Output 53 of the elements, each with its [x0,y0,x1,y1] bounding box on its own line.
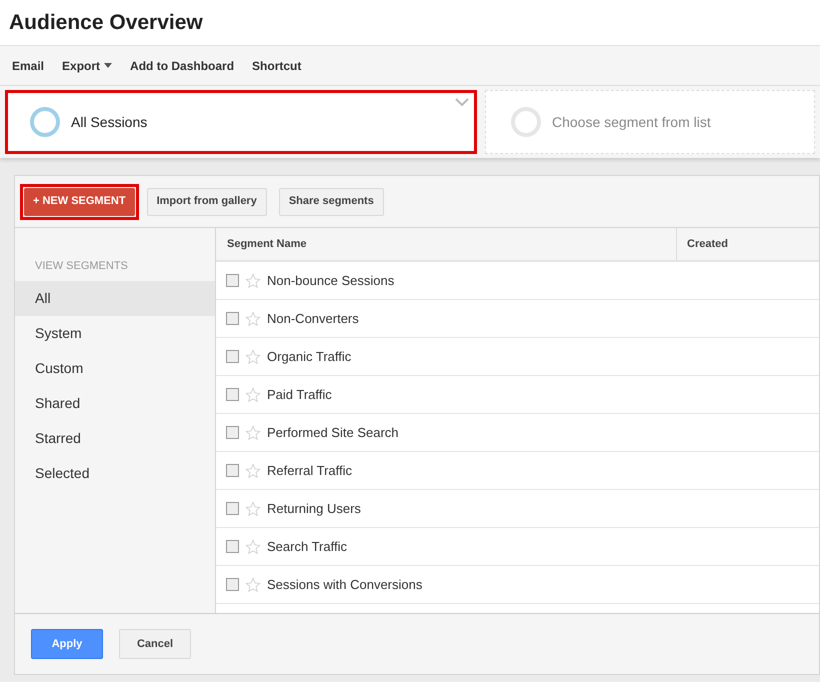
segment-name[interactable]: Non-Converters [267,308,359,328]
star-icon[interactable] [245,386,261,402]
star-icon[interactable] [245,424,261,440]
segment-name[interactable]: Performed Site Search [267,422,399,442]
segment-name[interactable]: Non-bounce Sessions [267,270,394,290]
segment-label: Choose segment from list [552,112,711,132]
sidebar-heading: VIEW SEGMENTS [34,259,129,274]
star-icon[interactable] [245,576,261,592]
segment-label: All Sessions [71,112,148,132]
segment-card[interactable]: Choose segment from list [485,90,815,154]
star-icon[interactable] [245,500,261,516]
checkbox[interactable] [226,464,239,477]
star-icon[interactable] [245,272,261,288]
caret-icon [104,63,112,68]
segment-name[interactable]: Search Traffic [267,536,347,556]
ring-icon [29,106,61,138]
new-segment-button[interactable]: + NEW SEGMENT [24,188,135,216]
segment-name[interactable]: Returning Users [267,498,361,518]
checkbox[interactable] [226,388,239,401]
sidebar-item[interactable]: Starred [15,420,215,456]
export-dropdown[interactable]: Export [62,56,112,74]
sidebar-item[interactable]: Shared [15,386,215,420]
checkbox[interactable] [226,426,239,439]
sidebar-item[interactable]: Custom [15,350,215,386]
page-title: Audience Overview [9,10,203,36]
toolbar-link[interactable]: Email [12,56,44,74]
column-header[interactable]: Created [677,228,819,260]
toolbar-link[interactable]: Shortcut [252,56,302,74]
sidebar-item[interactable]: Selected [15,456,215,490]
sidebar-item[interactable]: All [15,280,215,316]
star-icon[interactable] [245,348,261,364]
checkbox[interactable] [226,350,239,363]
star-icon[interactable] [245,310,261,326]
segment-action-button[interactable]: Import from gallery [146,188,267,216]
checkbox[interactable] [226,578,239,591]
segment-action-button[interactable]: Share segments [278,188,384,216]
toolbar-link[interactable]: Add to Dashboard [130,56,234,74]
checkbox[interactable] [226,312,239,325]
cancel-button[interactable]: Cancel [119,629,191,659]
sidebar-item[interactable]: System [15,316,215,350]
column-header[interactable]: Segment Name [216,228,677,260]
checkbox[interactable] [226,274,239,287]
checkbox[interactable] [226,502,239,515]
chevron-down-icon [455,98,469,107]
star-icon[interactable] [245,462,261,478]
star-icon[interactable] [245,538,261,554]
segment-name[interactable]: Paid Traffic [267,384,332,404]
ring-icon [510,106,542,138]
segment-name[interactable]: Referral Traffic [267,460,352,480]
segment-name[interactable]: Sessions with Conversions [267,574,422,594]
segment-name[interactable]: Organic Traffic [267,346,352,366]
segment-card[interactable]: All Sessions [5,90,477,154]
checkbox[interactable] [226,540,239,553]
